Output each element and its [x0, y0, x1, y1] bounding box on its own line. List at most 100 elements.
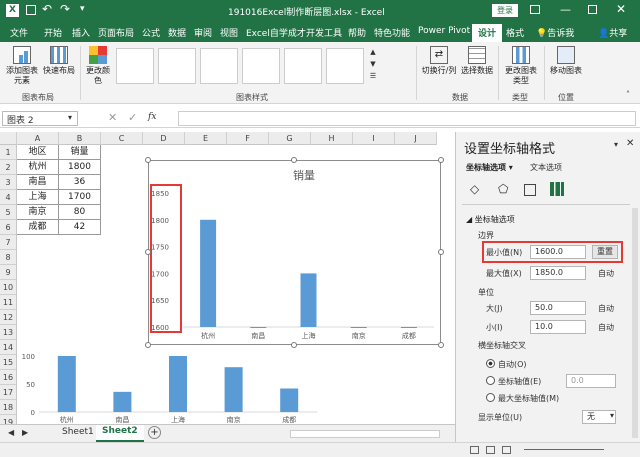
row-header-5[interactable]: 5: [0, 205, 17, 220]
name-box-dropdown-icon[interactable]: ▾: [68, 113, 72, 122]
tab-developer[interactable]: 开发工具: [306, 26, 342, 39]
section-axis-options[interactable]: ◢ 坐标轴选项: [466, 214, 515, 225]
maximize-icon[interactable]: [588, 5, 597, 14]
minimize-icon[interactable]: —: [560, 3, 571, 16]
resize-handle[interactable]: [438, 249, 444, 255]
radio-max-axis-value[interactable]: [486, 393, 495, 402]
axis-value-input[interactable]: 0.0: [566, 374, 616, 388]
chart-broken-axis-bottom[interactable]: 0 50 100 杭州 南昌 上海 南京 成都: [17, 350, 327, 424]
tab-design[interactable]: 设计: [472, 24, 503, 42]
select-all-corner[interactable]: [0, 132, 17, 145]
size-properties-icon[interactable]: [524, 184, 536, 196]
table-header-cell[interactable]: 销量: [59, 145, 101, 160]
chart-style-thumbnail[interactable]: [326, 48, 364, 84]
axis-options-icon[interactable]: [550, 182, 564, 196]
row-header-9[interactable]: 9: [0, 265, 17, 280]
column-header-d[interactable]: D: [143, 132, 185, 145]
chart-style-thumbnail[interactable]: [116, 48, 154, 84]
table-cell[interactable]: 36: [59, 175, 101, 190]
major-unit-input[interactable]: 50.0: [530, 301, 586, 315]
gallery-more-icon[interactable]: ☰: [368, 72, 378, 84]
gallery-scroll-up-icon[interactable]: ▲: [368, 48, 378, 60]
resize-handle[interactable]: [145, 157, 151, 163]
quick-layout-button[interactable]: 快速布局: [42, 46, 76, 76]
undo-icon[interactable]: ↶: [42, 2, 52, 16]
sheet-tab-sheet2[interactable]: Sheet2: [96, 425, 144, 442]
tab-home[interactable]: 开始: [44, 26, 62, 39]
zoom-slider[interactable]: [524, 449, 604, 450]
tell-me-search[interactable]: 💡告诉我: [536, 26, 574, 39]
view-normal-icon[interactable]: [470, 446, 479, 454]
row-header-19[interactable]: 19: [0, 415, 17, 424]
ribbon-display-icon[interactable]: [530, 5, 540, 14]
row-header-18[interactable]: 18: [0, 400, 17, 415]
column-header-i[interactable]: I: [353, 132, 395, 145]
tab-file[interactable]: 文件: [10, 26, 28, 39]
table-cell[interactable]: 杭州: [17, 160, 59, 175]
tab-insert[interactable]: 插入: [72, 26, 90, 39]
select-data-button[interactable]: 选择数据: [460, 46, 494, 76]
resize-handle[interactable]: [291, 342, 297, 348]
row-header-1[interactable]: 1: [0, 145, 17, 160]
row-header-12[interactable]: 12: [0, 310, 17, 325]
redo-icon[interactable]: ↷: [60, 2, 70, 16]
table-cell[interactable]: 南京: [17, 205, 59, 220]
tab-format[interactable]: 格式: [506, 26, 524, 39]
radio-auto[interactable]: [486, 359, 495, 368]
pane-close-icon[interactable]: ✕: [626, 138, 634, 149]
radio-axis-value[interactable]: [486, 376, 495, 385]
move-chart-button[interactable]: 移动图表: [548, 46, 584, 76]
scroll-sheets-left-icon[interactable]: ◀: [8, 428, 14, 437]
horizontal-scrollbar[interactable]: [290, 430, 440, 438]
save-icon[interactable]: [26, 5, 36, 15]
fill-line-icon[interactable]: ◇: [470, 182, 479, 196]
tab-review[interactable]: 审阅: [194, 26, 212, 39]
row-header-14[interactable]: 14: [0, 340, 17, 355]
chart-broken-axis-top[interactable]: 销量 1600 1650 1700 1750 1800 1850 杭州 南昌 上海 南京 成都: [148, 160, 441, 345]
tab-formulas[interactable]: 公式: [142, 26, 160, 39]
add-chart-element-button[interactable]: 添加图表元素: [4, 46, 40, 86]
scroll-sheets-right-icon[interactable]: ▶: [22, 428, 28, 437]
table-cell[interactable]: 南昌: [17, 175, 59, 190]
sheet-tab-sheet1[interactable]: Sheet1: [58, 427, 98, 437]
min-bound-input[interactable]: 1600.0: [530, 245, 586, 259]
min-reset-button[interactable]: 重置: [592, 245, 618, 259]
effects-icon[interactable]: ⬠: [498, 182, 508, 196]
chart-styles-gallery[interactable]: ▲ ▼ ☰: [116, 48, 396, 88]
row-header-3[interactable]: 3: [0, 175, 17, 190]
display-units-dropdown-icon[interactable]: ▾: [610, 411, 614, 420]
add-sheet-icon[interactable]: +: [148, 426, 161, 439]
chart-style-thumbnail[interactable]: [158, 48, 196, 84]
column-header-g[interactable]: G: [269, 132, 311, 145]
customize-qat-icon[interactable]: ▾: [80, 4, 85, 14]
resize-handle[interactable]: [438, 342, 444, 348]
row-header-7[interactable]: 7: [0, 235, 17, 250]
row-header-11[interactable]: 11: [0, 295, 17, 310]
share-button[interactable]: 👤共享: [598, 26, 627, 39]
resize-handle[interactable]: [291, 157, 297, 163]
resize-handle[interactable]: [145, 249, 151, 255]
table-cell[interactable]: 成都: [17, 220, 59, 235]
tab-help[interactable]: 帮助: [348, 26, 366, 39]
close-icon[interactable]: ✕: [616, 2, 626, 16]
chart-style-thumbnail[interactable]: [200, 48, 238, 84]
tab-axis-options[interactable]: 坐标轴选项 ▾: [466, 162, 513, 173]
collapse-ribbon-icon[interactable]: ˄: [626, 90, 630, 99]
column-header-e[interactable]: E: [185, 132, 227, 145]
row-header-8[interactable]: 8: [0, 250, 17, 265]
table-cell[interactable]: 1800: [59, 160, 101, 175]
name-box[interactable]: 图表 2: [2, 111, 78, 126]
column-header-c[interactable]: C: [101, 132, 143, 145]
chart-style-thumbnail[interactable]: [242, 48, 280, 84]
table-cell[interactable]: 42: [59, 220, 101, 235]
change-colors-button[interactable]: 更改颜色: [84, 46, 112, 86]
row-header-2[interactable]: 2: [0, 160, 17, 175]
tab-power-pivot[interactable]: Power Pivot: [418, 26, 470, 36]
table-cell[interactable]: 80: [59, 205, 101, 220]
row-header-6[interactable]: 6: [0, 220, 17, 235]
table-cell[interactable]: 上海: [17, 190, 59, 205]
row-header-15[interactable]: 15: [0, 355, 17, 370]
view-page-break-icon[interactable]: [502, 446, 511, 454]
gallery-scroll-down-icon[interactable]: ▼: [368, 60, 378, 72]
tab-special[interactable]: 特色功能: [374, 26, 410, 39]
